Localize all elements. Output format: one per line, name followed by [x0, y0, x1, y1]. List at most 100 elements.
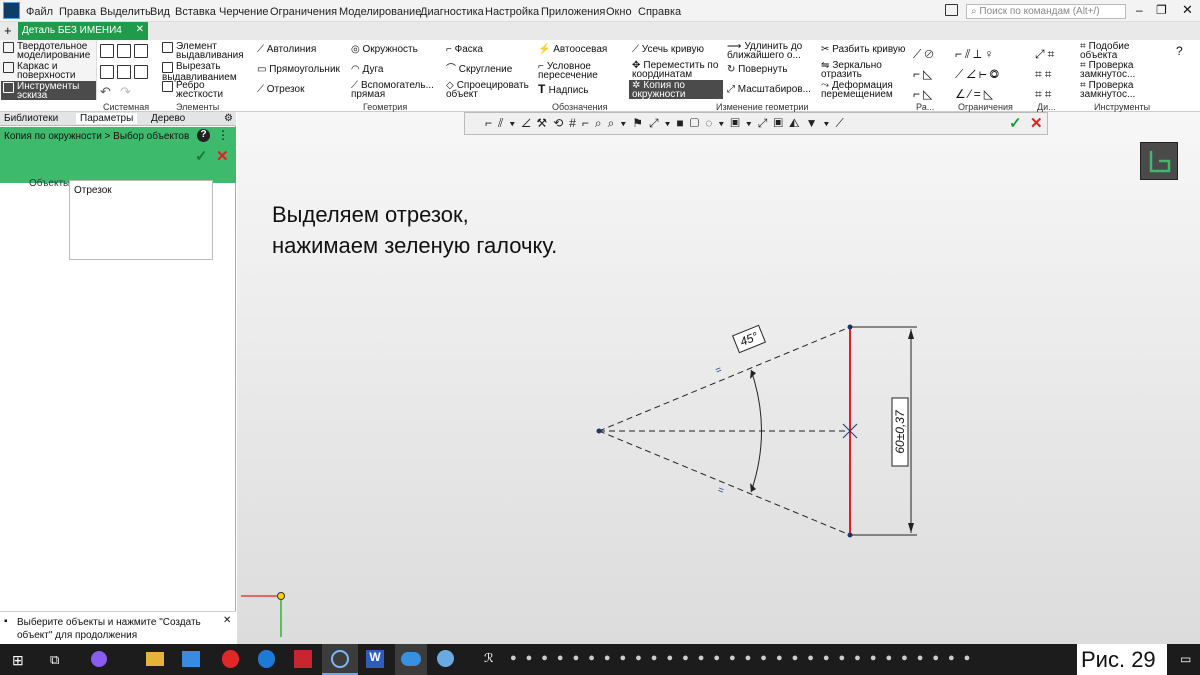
close-tab-icon[interactable]: ✕: [136, 24, 144, 35]
group-label-constraints: Ограничения: [958, 102, 1013, 112]
menu-select[interactable]: Выделить: [100, 6, 151, 18]
deform-button[interactable]: ⤳ Деформация перемещением: [821, 81, 909, 100]
help-icon[interactable]: ?: [1176, 44, 1183, 58]
tab-parameters[interactable]: Параметры: [76, 113, 138, 124]
circular-copy-button[interactable]: ✲ Копия по окружности: [629, 80, 723, 100]
constraints-icon-grid[interactable]: ⌐⫽⊥♀ ⟋∠⊢◎ ∠⁄=◺: [955, 44, 1030, 104]
menu-settings[interactable]: Настройка: [485, 6, 539, 18]
center-point[interactable]: [596, 428, 602, 434]
open-folder-icon[interactable]: [117, 44, 132, 58]
scale-button[interactable]: ⤢ Масштабиров...: [727, 85, 811, 95]
mode-sketch-tools[interactable]: Инструменты эскиза: [1, 81, 96, 101]
menu-diagnostics[interactable]: Диагностика: [420, 6, 484, 18]
toolbar-cancel-icon[interactable]: ✕: [1030, 114, 1043, 132]
project-button[interactable]: ◇ Спроецировать объект: [446, 81, 531, 100]
tab-libraries[interactable]: Библиотеки: [4, 113, 58, 124]
opera-icon[interactable]: [222, 650, 239, 668]
windows-start-icon[interactable]: ⊞: [12, 652, 24, 669]
panel-settings-icon[interactable]: ⚙: [224, 113, 233, 124]
menu-file[interactable]: Файл: [26, 6, 53, 18]
kompas-taskbar-button[interactable]: [322, 644, 358, 675]
menu-insert[interactable]: Вставка: [175, 6, 216, 18]
drawing-canvas[interactable]: Выделяем отрезок, нажимаем зеленую галоч…: [237, 112, 1200, 644]
extrude-element[interactable]: Элемент выдавливания: [162, 42, 248, 61]
cancel-x-icon[interactable]: ✕: [216, 147, 229, 165]
document-tab[interactable]: Деталь БЕЗ ИМЕНИ4 ✕: [18, 22, 148, 40]
close-icon[interactable]: ✕: [1182, 2, 1193, 18]
new-file-icon[interactable]: [100, 44, 114, 58]
hint-close-icon[interactable]: ✕: [223, 615, 231, 626]
edge-icon[interactable]: [258, 650, 275, 668]
origin-point[interactable]: [277, 592, 285, 600]
length-dimension[interactable]: 60±0,37: [891, 397, 909, 467]
menu-modeling[interactable]: Моделирование: [339, 6, 421, 18]
rotate-button[interactable]: ↻ Повернуть: [727, 65, 788, 75]
autocad-icon[interactable]: [294, 650, 312, 668]
redo-icon[interactable]: ↷: [120, 84, 131, 100]
paint-icon[interactable]: [437, 650, 454, 667]
save-icon[interactable]: [134, 44, 149, 58]
rib[interactable]: Ребро жесткости: [162, 81, 248, 100]
arc-button[interactable]: ◠ Дуга: [351, 65, 384, 75]
explorer-icon[interactable]: [146, 652, 164, 666]
menu-drawing[interactable]: Черчение: [219, 6, 269, 18]
notifications-icon[interactable]: ▭: [1180, 652, 1191, 666]
mode-solid-modeling[interactable]: Твердотельное моделирование: [3, 42, 95, 61]
rectangle-button[interactable]: ▭ Прямоугольник: [257, 65, 340, 75]
app-taskbar-button[interactable]: [395, 644, 427, 675]
assistant-icon[interactable]: [91, 651, 107, 667]
preview-icon[interactable]: [100, 65, 114, 79]
menu-constraints[interactable]: Ограничения: [270, 6, 337, 18]
view-toolbar-icons[interactable]: ⌐⫽▾∠⚒⟲#⌐⌕⌕▾⚑⤢▾■▢◌▾▣▾⤢▣◭▼▾⟋: [465, 113, 1049, 134]
lower-aux-line[interactable]: [598, 430, 851, 536]
menu-apps[interactable]: Приложения: [541, 6, 605, 18]
circle-button[interactable]: ◎ Окружность: [351, 45, 418, 55]
aux-line-button[interactable]: ⟋ Вспомогатель... прямая: [351, 81, 437, 100]
intersection-button[interactable]: ⌐ Условное пересечение: [538, 62, 624, 81]
upper-aux-line[interactable]: [598, 326, 851, 432]
chamfer-button[interactable]: ⌐ Фаска: [446, 45, 483, 55]
closure-check-button-1[interactable]: ⌗ Проверка замкнутос...: [1080, 61, 1150, 80]
split-curve-button[interactable]: ✂ Разбить кривую: [821, 45, 905, 55]
objects-list[interactable]: Отрезок: [69, 180, 213, 260]
minimize-icon[interactable]: –: [1136, 3, 1143, 17]
trim-button[interactable]: ⟋ Усечь кривую: [632, 45, 704, 55]
task-view-icon[interactable]: ⧉: [50, 652, 59, 668]
angle-dimension[interactable]: 45°: [731, 324, 767, 354]
message-icon: ▪: [4, 616, 8, 627]
command-search-input[interactable]: ⌕ Поиск по командам (Alt+/): [966, 4, 1126, 19]
tree-structure-icon[interactable]: ⋮: [217, 128, 229, 142]
app-pin-icon[interactable]: [182, 651, 200, 667]
mirror-button[interactable]: ⇋ Зеркально отразить: [821, 61, 893, 80]
auto-axis-button[interactable]: ⚡ Автоосевая: [538, 45, 607, 55]
word-icon[interactable]: W: [366, 650, 384, 668]
objects-list-item[interactable]: Отрезок: [74, 185, 112, 196]
autoline-button[interactable]: ⟋ Автолиния: [257, 45, 316, 55]
move-coords-button[interactable]: ✥ Переместить по координатам: [632, 61, 724, 80]
closure-check-button-2[interactable]: ⌗ Проверка замкнутос...: [1080, 81, 1150, 100]
text-button[interactable]: T Надпись: [538, 83, 589, 96]
cut-extrude[interactable]: Вырезать выдавливанием: [162, 62, 248, 83]
save-all-icon[interactable]: [134, 65, 149, 79]
menu-help[interactable]: Справка: [638, 6, 681, 18]
menu-window[interactable]: Окно: [606, 6, 632, 18]
similar-object-button[interactable]: ⌗ Подобие объекта: [1080, 42, 1150, 61]
menu-view[interactable]: Вид: [150, 6, 170, 18]
tray-icons[interactable]: ●●●●●●●●●●●●●●●●●●●●●●●●●●●●●●: [510, 652, 1070, 666]
confirm-check-icon[interactable]: ✓: [195, 147, 208, 165]
extend-button[interactable]: ⟶ Удлинить до ближайшего о...: [727, 42, 817, 61]
toolbar-confirm-icon[interactable]: ✓: [1009, 114, 1022, 132]
people-icon[interactable]: ℛ: [484, 651, 494, 665]
help-question-icon[interactable]: ?: [197, 129, 210, 142]
print-icon[interactable]: [117, 65, 132, 79]
dim-icon-grid[interactable]: ⤢⌗ ⌗⌗ ⌗⌗: [1035, 44, 1080, 104]
window-layout-icon[interactable]: [945, 4, 958, 16]
tab-tree[interactable]: Дерево: [151, 113, 185, 124]
fillet-button[interactable]: ⌒ Скругление: [446, 65, 512, 75]
mode-surfaces[interactable]: Каркас и поверхности: [3, 62, 95, 81]
restore-icon[interactable]: ❐: [1156, 3, 1167, 17]
menu-edit[interactable]: Правка: [59, 6, 96, 18]
undo-icon[interactable]: ↶: [100, 84, 111, 100]
segment-button[interactable]: ⟋ Отрезок: [257, 85, 304, 95]
add-tab-icon[interactable]: +: [4, 23, 12, 38]
